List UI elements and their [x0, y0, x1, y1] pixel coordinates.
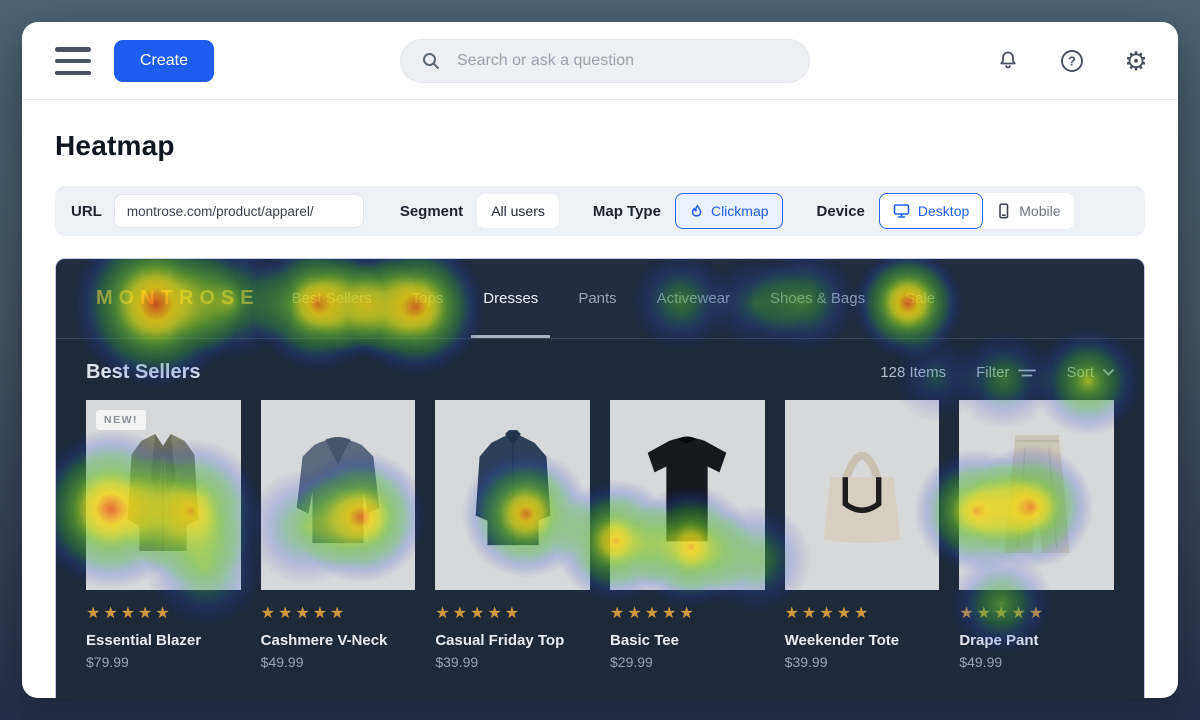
top-bar: Create ? ⚙	[22, 22, 1178, 100]
product-image-sweater[interactable]	[261, 400, 416, 590]
svg-text:?: ?	[1068, 54, 1076, 69]
chevron-down-icon	[1103, 369, 1114, 376]
device-toggle-group: Desktop Mobile	[879, 193, 1074, 229]
star-rating: ★★★★★	[785, 603, 940, 623]
filter-button[interactable]: Filter	[976, 364, 1036, 381]
new-badge: NEW!	[96, 410, 146, 430]
sort-button[interactable]: Sort	[1066, 364, 1114, 381]
segment-label: Segment	[400, 203, 463, 220]
product-name[interactable]: Essential Blazer	[86, 632, 241, 649]
search-bar[interactable]	[400, 39, 810, 83]
app-window: Create ? ⚙	[22, 22, 1178, 698]
product-name[interactable]: Casual Friday Top	[435, 632, 590, 649]
nav-activewear[interactable]: Activewear	[657, 259, 730, 338]
section-title: Best Sellers	[86, 361, 201, 384]
help-icon[interactable]: ?	[1058, 47, 1086, 75]
product-image-blazer[interactable]: NEW!	[86, 400, 241, 590]
product-image-tote[interactable]	[785, 400, 940, 590]
device-desktop-button[interactable]: Desktop	[879, 193, 983, 229]
product-price: $29.99	[610, 654, 765, 670]
product-name[interactable]: Weekender Tote	[785, 632, 940, 649]
nav-best-sellers[interactable]: Best Sellers	[292, 259, 372, 338]
items-count: 128 Items	[880, 364, 946, 381]
device-mobile-button[interactable]: Mobile	[983, 193, 1073, 229]
star-rating: ★★★★★	[261, 603, 416, 623]
nav-sale[interactable]: Sale	[905, 259, 935, 338]
url-label: URL	[71, 203, 102, 220]
create-button[interactable]: Create	[114, 40, 214, 82]
product-name[interactable]: Drape Pant	[959, 632, 1114, 649]
product-price: $39.99	[435, 654, 590, 670]
mobile-icon	[996, 203, 1011, 219]
product-card: ★★★★★ Drape Pant $49.99	[959, 400, 1114, 670]
product-card: NEW! ★★★★★ Essential Blazer $79.99	[86, 400, 241, 670]
url-input[interactable]	[114, 194, 364, 228]
product-price: $49.99	[261, 654, 416, 670]
clickmap-label: Clickmap	[711, 203, 769, 219]
filter-icon	[1018, 368, 1036, 378]
device-label: Device	[817, 203, 865, 220]
filter-label: Filter	[976, 364, 1009, 381]
product-name[interactable]: Basic Tee	[610, 632, 765, 649]
product-image-shirt[interactable]	[435, 400, 590, 590]
flame-icon	[689, 204, 704, 219]
search-input[interactable]	[457, 52, 793, 70]
gear-icon[interactable]: ⚙	[1122, 47, 1150, 75]
star-rating: ★★★★★	[610, 603, 765, 623]
desktop-label: Desktop	[918, 203, 969, 219]
star-rating: ★★★★★	[435, 603, 590, 623]
product-card: ★★★★★ Casual Friday Top $39.99	[435, 400, 590, 670]
map-type-label: Map Type	[593, 203, 661, 220]
nav-shoes-bags[interactable]: Shoes & Bags	[770, 259, 865, 338]
nav-pants[interactable]: Pants	[578, 259, 616, 338]
product-image-pants[interactable]	[959, 400, 1114, 590]
nav-dresses[interactable]: Dresses	[483, 259, 538, 338]
product-card: ★★★★★ Weekender Tote $39.99	[785, 400, 940, 670]
product-image-tee[interactable]	[610, 400, 765, 590]
product-card: ★★★★★ Basic Tee $29.99	[610, 400, 765, 670]
star-rating: ★★★★★	[86, 603, 241, 623]
segment-select[interactable]: All users	[477, 194, 559, 228]
nav-tops[interactable]: Tops	[412, 259, 444, 338]
star-rating: ★★★★★	[959, 603, 1114, 623]
mobile-label: Mobile	[1019, 203, 1060, 219]
product-price: $39.99	[785, 654, 940, 670]
site-logo[interactable]: MONTROSE	[96, 287, 260, 310]
product-price: $49.99	[959, 654, 1114, 670]
site-navbar: MONTROSE Best Sellers Tops Dresses Pants…	[56, 259, 1144, 339]
site-preview: MONTROSE Best Sellers Tops Dresses Pants…	[55, 258, 1145, 698]
sort-label: Sort	[1066, 364, 1094, 381]
menu-icon[interactable]	[55, 47, 91, 75]
page-title: Heatmap	[55, 130, 175, 162]
desktop-icon	[893, 203, 910, 219]
product-card: ★★★★★ Cashmere V-Neck $49.99	[261, 400, 416, 670]
product-name[interactable]: Cashmere V-Neck	[261, 632, 416, 649]
product-grid: NEW! ★★★★★ Essential Blazer $79.99	[56, 400, 1144, 670]
listing-toolbar: Best Sellers 128 Items Filter Sort	[56, 361, 1144, 384]
clickmap-toggle[interactable]: Clickmap	[675, 193, 783, 229]
desktop-backdrop: Create ? ⚙	[0, 0, 1200, 720]
search-icon	[417, 47, 445, 75]
heatmap-settings-bar: URL Segment All users Map Type Clickmap …	[55, 186, 1145, 236]
product-price: $79.99	[86, 654, 241, 670]
bell-icon[interactable]	[994, 47, 1022, 75]
